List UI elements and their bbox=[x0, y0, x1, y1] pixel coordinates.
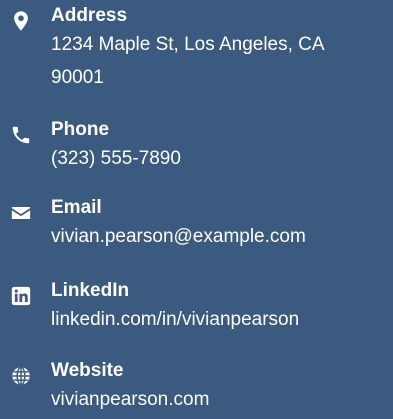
address-text: Address 1234 Maple St, Los Angeles, CA 9… bbox=[51, 4, 389, 94]
contact-item-phone: Phone (323) 555-7890 bbox=[0, 118, 393, 178]
linkedin-text: LinkedIn linkedin.com/in/vivianpearson bbox=[51, 279, 389, 336]
contact-item-email: Email vivian.pearson@example.com bbox=[0, 196, 393, 256]
phone-label: Phone bbox=[51, 119, 110, 140]
website-value[interactable]: vivianpearson.com bbox=[51, 383, 389, 416]
phone-text: Phone (323) 555-7890 bbox=[51, 118, 389, 175]
email-label: Email bbox=[51, 197, 102, 218]
email-text: Email vivian.pearson@example.com bbox=[51, 196, 389, 253]
contact-item-linkedin: LinkedIn linkedin.com/in/vivianpearson bbox=[0, 279, 393, 339]
phone-icon bbox=[10, 124, 32, 146]
address-label: Address bbox=[51, 5, 128, 26]
address-value: 1234 Maple St, Los Angeles, CA 90001 bbox=[51, 34, 324, 88]
globe-icon bbox=[10, 365, 32, 387]
email-value[interactable]: vivian.pearson@example.com bbox=[51, 220, 389, 253]
map-marker-icon bbox=[10, 10, 32, 32]
contact-item-website: Website vivianpearson.com bbox=[0, 359, 393, 419]
website-text: Website vivianpearson.com bbox=[51, 359, 389, 416]
website-label: Website bbox=[51, 360, 124, 381]
linkedin-label: LinkedIn bbox=[51, 280, 130, 301]
phone-value[interactable]: (323) 555-7890 bbox=[51, 142, 389, 175]
envelope-icon bbox=[10, 202, 32, 224]
linkedin-icon bbox=[10, 285, 32, 307]
contact-list: Address 1234 Maple St, Los Angeles, CA 9… bbox=[0, 0, 393, 419]
linkedin-value[interactable]: linkedin.com/in/vivianpearson bbox=[51, 303, 389, 336]
contact-item-address: Address 1234 Maple St, Los Angeles, CA 9… bbox=[0, 4, 393, 104]
